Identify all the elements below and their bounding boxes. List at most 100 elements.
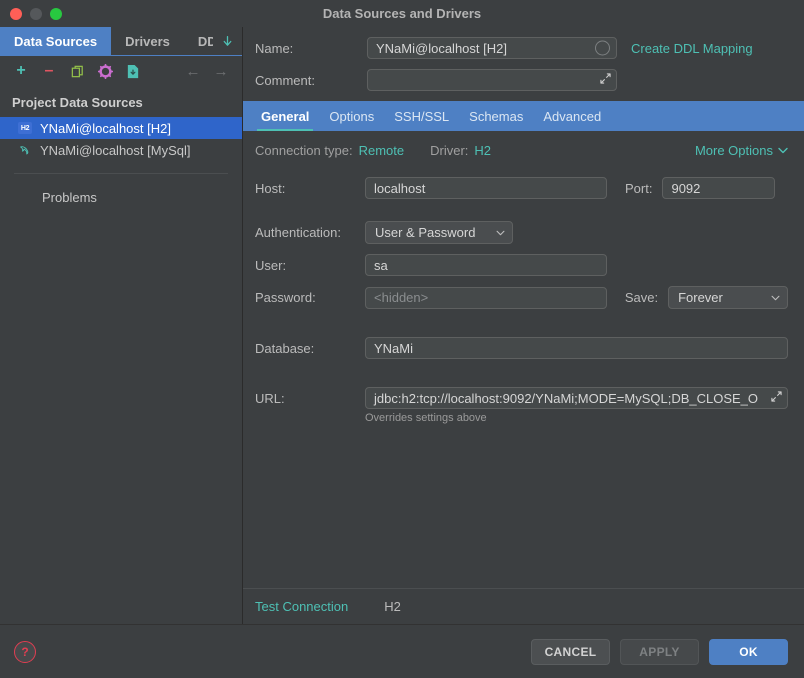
copy-button[interactable] [69, 63, 85, 79]
tab-schemas-label: Schemas [469, 108, 524, 124]
database-input[interactable]: YNaMi [365, 337, 788, 359]
sidebar-item-ynami-h2-label: YNaMi@localhost [H2] [40, 120, 171, 136]
data-sources-toolbar: + – ← → [0, 56, 242, 86]
tab-drivers-label: Drivers [125, 33, 170, 49]
password-label: Password: [255, 290, 316, 305]
chevron-down-glyph [771, 295, 780, 300]
tab-ddl-mappings[interactable]: DD [184, 27, 213, 55]
driver-name-label: H2 [384, 599, 401, 614]
help-glyph: ? [21, 644, 29, 659]
remove-button[interactable]: – [41, 63, 57, 79]
tab-data-sources-label: Data Sources [14, 33, 98, 49]
dolphin-glyph [20, 146, 29, 155]
tab-options-label: Options [329, 108, 375, 124]
ok-button[interactable]: OK [709, 638, 788, 665]
help-question-icon[interactable]: ? [14, 640, 36, 663]
settings-button[interactable] [97, 63, 113, 79]
database-label: Database: [255, 340, 315, 356]
tab-ssh-ssl-label: SSH/SSL [394, 108, 450, 124]
driver-label: Driver: [430, 143, 469, 158]
chevron-down-icon [223, 35, 232, 46]
port-input[interactable]: 9092 [662, 177, 776, 199]
expand-arrows-glyph [771, 391, 782, 402]
tab-schemas[interactable]: Schemas [459, 101, 533, 131]
settings-tabbar: General Options SSH/SSL Schemas Advanced [243, 101, 804, 131]
host-port-row: Host: localhost Port: 9092 [255, 177, 788, 199]
password-input[interactable]: <hidden> [365, 286, 607, 309]
port-label: Port: [625, 180, 653, 196]
name-row: Name: YNaMi@localhost [H2] Create DDL Ma… [255, 37, 790, 59]
tab-advanced-label: Advanced [543, 108, 602, 124]
tabs-overflow-chevron-down-icon[interactable] [213, 27, 242, 55]
sidebar-item-problems[interactable]: Problems [0, 186, 242, 208]
sidebar-item-ynami-mysql[interactable]: YNaMi@localhost [MySql] [0, 139, 242, 161]
data-sources-and-drivers-dialog: Data Sources and Drivers Data Sources Dr… [0, 0, 804, 678]
url-input[interactable]: jdbc:h2:tcp://localhost:9092/YNaMi;MODE=… [365, 387, 788, 409]
tab-data-sources[interactable]: Data Sources [0, 27, 112, 55]
tab-general[interactable]: General [251, 101, 319, 131]
color-indicator-icon[interactable] [595, 40, 610, 56]
expand-icon[interactable] [600, 73, 611, 87]
maximize-button[interactable] [50, 7, 62, 20]
forward-button[interactable]: → [213, 63, 229, 79]
window-titlebar: Data Sources and Drivers [0, 0, 804, 27]
comment-label: Comment: [255, 72, 315, 88]
import-file-button[interactable] [125, 63, 141, 79]
save-label: Save: [624, 290, 659, 305]
back-button[interactable]: ← [185, 63, 201, 79]
authentication-select[interactable]: User & Password [365, 221, 513, 244]
driver-value[interactable]: H2 [474, 143, 491, 158]
password-row: Password: <hidden> Save: Forever [255, 286, 788, 309]
gear-icon [97, 63, 113, 79]
more-options-label: More Options [694, 143, 773, 158]
database-row: Database: YNaMi [255, 337, 788, 359]
h2-database-icon: H2 [18, 122, 32, 134]
general-settings-panel: Connection type: Remote Driver: H2 More … [243, 131, 804, 588]
sidebar-item-problems-label: Problems [42, 189, 97, 205]
create-ddl-mapping-link[interactable]: Create DDL Mapping [631, 41, 753, 56]
chevron-down-glyph [496, 230, 505, 235]
expand-icon[interactable] [771, 391, 782, 405]
test-connection-link[interactable]: Test Connection [255, 599, 348, 614]
tab-ssh-ssl[interactable]: SSH/SSL [384, 101, 459, 131]
url-row: URL: jdbc:h2:tcp://localhost:9092/YNaMi;… [255, 387, 788, 409]
group-header-project-data-sources: Project Data Sources [12, 95, 143, 110]
left-panel-tabbar: Data Sources Drivers DD [0, 27, 242, 56]
sidebar-item-ynami-h2[interactable]: H2 YNaMi@localhost [H2] [0, 117, 242, 139]
connection-type-value[interactable]: Remote [359, 143, 405, 158]
tab-drivers[interactable]: Drivers [111, 27, 184, 55]
expand-arrows-glyph [600, 73, 611, 84]
dialog-body: Data Sources Drivers DD + – [0, 27, 804, 624]
user-row: User: sa [255, 254, 788, 276]
window-title: Data Sources and Drivers [322, 6, 482, 21]
authentication-row: Authentication: User & Password [255, 221, 788, 244]
test-connection-strip: Test Connection H2 [243, 588, 804, 624]
cancel-button[interactable]: CANCEL [531, 638, 610, 665]
name-label: Name: [255, 40, 294, 56]
host-input[interactable]: localhost [365, 177, 607, 199]
save-select[interactable]: Forever [668, 286, 788, 309]
authentication-select-value: User & Password [375, 225, 476, 240]
name-input[interactable]: YNaMi@localhost [H2] [367, 37, 617, 59]
minimize-button[interactable] [30, 7, 42, 20]
comment-input[interactable] [367, 69, 617, 91]
close-button[interactable] [10, 7, 22, 20]
right-panel: Name: YNaMi@localhost [H2] Create DDL Ma… [243, 27, 804, 624]
datasource-header-form: Name: YNaMi@localhost [H2] Create DDL Ma… [243, 27, 804, 101]
left-panel: Data Sources Drivers DD + – [0, 27, 243, 624]
dialog-footer: ? CANCEL APPLY OK [0, 624, 804, 678]
user-input[interactable]: sa [365, 254, 607, 276]
window-controls [0, 7, 62, 20]
url-input-value: jdbc:h2:tcp://localhost:9092/YNaMi;MODE=… [374, 390, 759, 406]
url-hint: Overrides settings above [365, 412, 487, 424]
add-button[interactable]: + [13, 63, 29, 79]
file-import-icon [127, 64, 139, 78]
more-options-button[interactable]: More Options [695, 143, 788, 158]
tab-advanced[interactable]: Advanced [533, 101, 611, 131]
apply-button[interactable]: APPLY [620, 638, 699, 665]
tab-options[interactable]: Options [319, 101, 384, 131]
sidebar-divider [14, 173, 228, 174]
sidebar-item-ynami-mysql-label: YNaMi@localhost [MySql] [40, 142, 191, 158]
